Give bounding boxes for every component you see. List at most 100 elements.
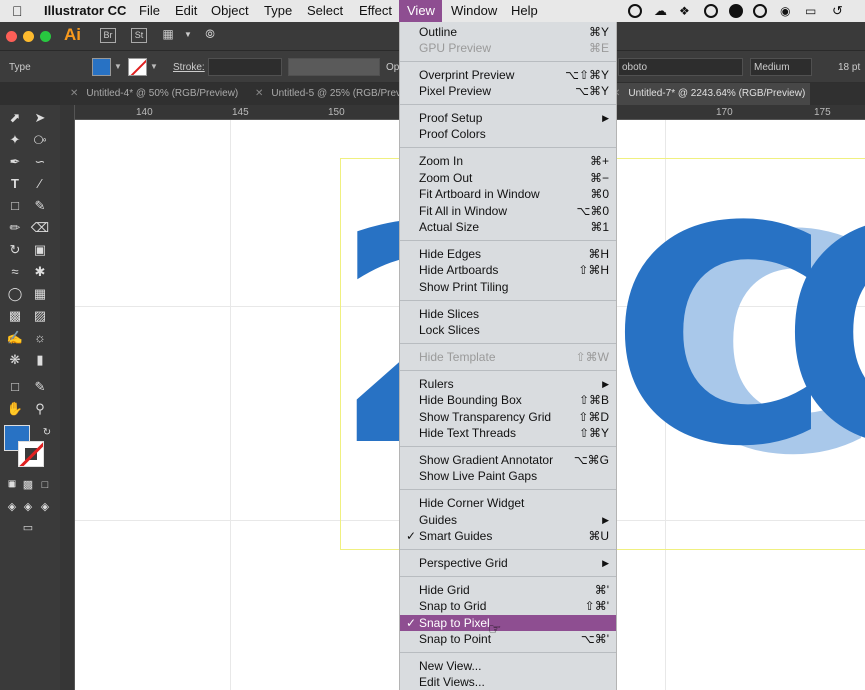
pen-tool-icon[interactable]: ✒: [5, 152, 25, 172]
close-icon[interactable]: ✕: [255, 88, 263, 99]
eyedropper-tool-icon[interactable]: ✍: [5, 328, 25, 348]
artboard-tool-icon[interactable]: □: [5, 377, 25, 397]
tab-untitled-4[interactable]: ✕ Untitled-4* @ 50% (RGB/Preview): [60, 83, 245, 105]
menu-item-fit-artboard[interactable]: Fit Artboard in Window ⌘0: [400, 186, 616, 202]
menu-view[interactable]: View: [399, 0, 442, 22]
menu-item-snap-to-point[interactable]: Snap to Point ⌥⌘': [400, 631, 616, 647]
menu-item-lock-slices[interactable]: Lock Slices: [400, 322, 616, 338]
apple-icon[interactable]: : [12, 0, 23, 22]
menu-item-proof-setup[interactable]: Proof Setup ▶: [400, 110, 616, 126]
column-graph-tool-icon[interactable]: ▮: [30, 350, 50, 370]
shaper-tool-icon[interactable]: ✏: [5, 218, 25, 238]
swap-colors-icon[interactable]: ↻: [37, 423, 57, 443]
type-tool-icon[interactable]: T: [5, 174, 25, 194]
close-icon[interactable]: ✕: [70, 88, 78, 99]
info-icon[interactable]: [704, 4, 718, 18]
eraser-tool-icon[interactable]: ⌫: [30, 218, 50, 238]
airplay-icon[interactable]: ▭: [805, 4, 819, 18]
close-window-button[interactable]: [6, 31, 17, 42]
text-glyph-c2[interactable]: C: [780, 188, 865, 488]
stock-button[interactable]: St: [131, 28, 147, 43]
shape-builder-tool-icon[interactable]: ◯: [5, 284, 25, 304]
menu-item-edit-views[interactable]: Edit Views...: [400, 674, 616, 690]
menu-item-show-live-paint-gaps[interactable]: Show Live Paint Gaps: [400, 468, 616, 484]
mesh-tool-icon[interactable]: ▩: [5, 306, 25, 326]
menu-item-hide-text-threads[interactable]: Hide Text Threads ⇧⌘Y: [400, 425, 616, 441]
magic-wand-tool-icon[interactable]: ✦: [5, 130, 25, 150]
none-icon[interactable]: □: [35, 475, 55, 495]
stroke-color-swatch[interactable]: [18, 441, 44, 467]
menu-select[interactable]: Select: [307, 0, 343, 22]
menu-item-hide-edges[interactable]: Hide Edges ⌘H: [400, 246, 616, 262]
menu-item-zoom-in[interactable]: Zoom In ⌘+: [400, 153, 616, 169]
menu-item-actual-size[interactable]: Actual Size ⌘1: [400, 219, 616, 235]
curvature-tool-icon[interactable]: ∽: [30, 152, 50, 172]
stroke-weight-field[interactable]: [208, 58, 282, 76]
opacity-label[interactable]: Op: [386, 62, 399, 73]
zoom-tool-icon[interactable]: ⚲: [30, 399, 50, 419]
arrange-documents-icon[interactable]: ▦: [160, 28, 176, 43]
menu-item-smart-guides[interactable]: ✓ Smart Guides ⌘U: [400, 528, 616, 544]
stroke-swatch[interactable]: [128, 58, 147, 76]
menu-object[interactable]: Object: [211, 0, 249, 22]
time-machine-icon[interactable]: ↺: [832, 4, 846, 18]
menu-item-overprint-preview[interactable]: Overprint Preview ⌥⇧⌘Y: [400, 67, 616, 83]
menu-type[interactable]: Type: [264, 0, 292, 22]
hand-tool-icon[interactable]: ✋: [5, 399, 25, 419]
menu-item-show-print-tiling[interactable]: Show Print Tiling: [400, 279, 616, 295]
menu-item-snap-to-pixel[interactable]: ✓ Snap to Pixel: [400, 615, 616, 631]
menu-item-perspective-grid[interactable]: Perspective Grid ▶: [400, 555, 616, 571]
record-icon[interactable]: [628, 4, 642, 18]
menu-help[interactable]: Help: [511, 0, 538, 22]
rotate-tool-icon[interactable]: ↻: [5, 240, 25, 260]
timer-icon[interactable]: [753, 4, 767, 18]
blend-tool-icon[interactable]: ☼: [30, 328, 50, 348]
menu-item-snap-to-grid[interactable]: Snap to Grid ⇧⌘': [400, 598, 616, 614]
menu-item-show-gradient-annotator[interactable]: Show Gradient Annotator ⌥⌘G: [400, 452, 616, 468]
menu-effect[interactable]: Effect: [359, 0, 392, 22]
menu-item-show-transparency-grid[interactable]: Show Transparency Grid ⇧⌘D: [400, 409, 616, 425]
menu-item-proof-colors[interactable]: Proof Colors: [400, 126, 616, 142]
chevron-down-icon[interactable]: ▼: [150, 62, 158, 71]
paintbrush-tool-icon[interactable]: ✎: [30, 196, 50, 216]
scale-tool-icon[interactable]: ▣: [30, 240, 50, 260]
menu-item-hide-corner-widget[interactable]: Hide Corner Widget: [400, 495, 616, 511]
font-size-value[interactable]: 18 pt: [838, 62, 860, 73]
app-menu[interactable]: Illustrator CC: [44, 0, 126, 22]
menu-edit[interactable]: Edit: [175, 0, 197, 22]
menu-item-hide-slices[interactable]: Hide Slices: [400, 306, 616, 322]
slice-tool-icon[interactable]: ✎: [30, 377, 50, 397]
menu-item-outline[interactable]: Outline ⌘Y: [400, 24, 616, 40]
minimize-window-button[interactable]: [23, 31, 34, 42]
dropbox-icon[interactable]: ❖: [679, 4, 693, 18]
perspective-grid-tool-icon[interactable]: ▦: [30, 284, 50, 304]
symbol-sprayer-tool-icon[interactable]: ❋: [5, 350, 25, 370]
menu-item-zoom-out[interactable]: Zoom Out ⌘−: [400, 170, 616, 186]
fill-swatch[interactable]: [92, 58, 111, 76]
line-tool-icon[interactable]: ⁄: [30, 174, 50, 194]
creative-cloud-icon[interactable]: ☁: [654, 4, 668, 18]
menu-item-fit-all[interactable]: Fit All in Window ⌥⌘0: [400, 203, 616, 219]
gradient-tool-icon[interactable]: ▨: [30, 306, 50, 326]
vertical-ruler[interactable]: [60, 105, 75, 690]
menu-item-pixel-preview[interactable]: Pixel Preview ⌥⌘Y: [400, 83, 616, 99]
app-status-icon[interactable]: [729, 4, 743, 18]
menu-item-rulers[interactable]: Rulers ▶: [400, 376, 616, 392]
rectangle-tool-icon[interactable]: □: [5, 196, 25, 216]
lasso-tool-icon[interactable]: ⧂: [30, 130, 50, 150]
direct-selection-tool-icon[interactable]: ➤: [30, 108, 50, 128]
screen-mode-icon[interactable]: ▭: [18, 518, 38, 538]
variable-width-profile[interactable]: [288, 58, 380, 76]
menu-item-new-view[interactable]: New View...: [400, 658, 616, 674]
puppet-warp-tool-icon[interactable]: ✱: [30, 262, 50, 282]
gpu-performance-icon[interactable]: ⦾: [202, 28, 218, 43]
menu-window[interactable]: Window: [451, 0, 497, 22]
menu-item-hide-bounding-box[interactable]: Hide Bounding Box ⇧⌘B: [400, 392, 616, 408]
bridge-button[interactable]: Br: [100, 28, 116, 43]
draw-inside-icon[interactable]: ◈: [35, 497, 55, 517]
tab-untitled-7[interactable]: ✕Untitled-7* @ 2243.64% (RGB/Preview): [602, 83, 810, 105]
chevron-down-icon[interactable]: ▼: [180, 28, 196, 43]
menu-item-guides[interactable]: Guides ▶: [400, 512, 616, 528]
menu-item-hide-artboards[interactable]: Hide Artboards ⇧⌘H: [400, 262, 616, 278]
zoom-window-button[interactable]: [40, 31, 51, 42]
